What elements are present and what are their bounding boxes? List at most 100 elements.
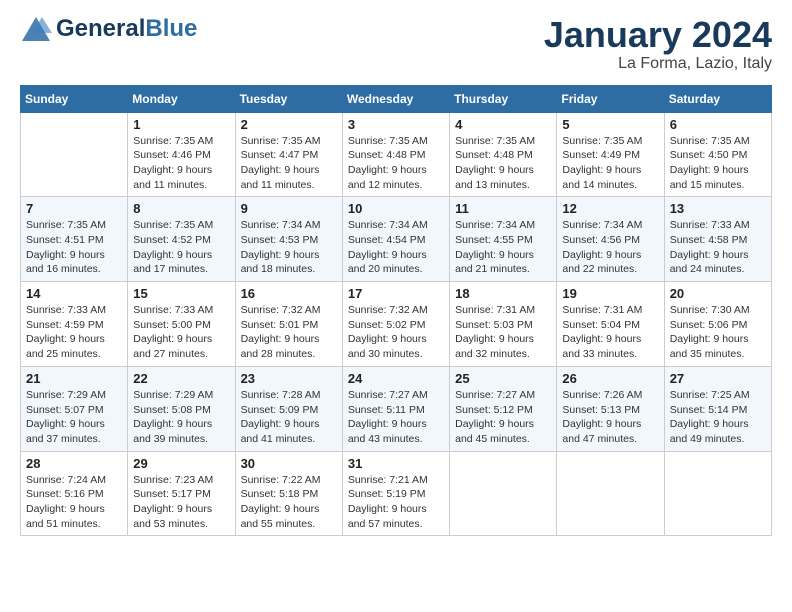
day-number: 21 — [26, 371, 122, 386]
day-info: Sunrise: 7:33 AMSunset: 4:59 PMDaylight:… — [26, 303, 122, 362]
day-number: 3 — [348, 117, 444, 132]
table-row: 20 Sunrise: 7:30 AMSunset: 5:06 PMDaylig… — [664, 282, 771, 367]
calendar-week-row: 21 Sunrise: 7:29 AMSunset: 5:07 PMDaylig… — [21, 366, 772, 451]
header-tuesday: Tuesday — [235, 85, 342, 112]
day-number: 22 — [133, 371, 229, 386]
day-info: Sunrise: 7:35 AMSunset: 4:48 PMDaylight:… — [455, 134, 551, 193]
day-info: Sunrise: 7:33 AMSunset: 4:58 PMDaylight:… — [670, 218, 766, 277]
day-info: Sunrise: 7:32 AMSunset: 5:01 PMDaylight:… — [241, 303, 337, 362]
table-row: 5 Sunrise: 7:35 AMSunset: 4:49 PMDayligh… — [557, 112, 664, 197]
table-row: 25 Sunrise: 7:27 AMSunset: 5:12 PMDaylig… — [450, 366, 557, 451]
day-info: Sunrise: 7:27 AMSunset: 5:11 PMDaylight:… — [348, 388, 444, 447]
table-row: 1 Sunrise: 7:35 AMSunset: 4:46 PMDayligh… — [128, 112, 235, 197]
table-row: 27 Sunrise: 7:25 AMSunset: 5:14 PMDaylig… — [664, 366, 771, 451]
day-number: 11 — [455, 201, 551, 216]
day-number: 29 — [133, 456, 229, 471]
table-row: 15 Sunrise: 7:33 AMSunset: 5:00 PMDaylig… — [128, 282, 235, 367]
day-info: Sunrise: 7:35 AMSunset: 4:47 PMDaylight:… — [241, 134, 337, 193]
table-row: 9 Sunrise: 7:34 AMSunset: 4:53 PMDayligh… — [235, 197, 342, 282]
day-info: Sunrise: 7:31 AMSunset: 5:03 PMDaylight:… — [455, 303, 551, 362]
day-number: 8 — [133, 201, 229, 216]
table-row: 16 Sunrise: 7:32 AMSunset: 5:01 PMDaylig… — [235, 282, 342, 367]
day-info: Sunrise: 7:32 AMSunset: 5:02 PMDaylight:… — [348, 303, 444, 362]
day-info: Sunrise: 7:21 AMSunset: 5:19 PMDaylight:… — [348, 473, 444, 532]
day-number: 15 — [133, 286, 229, 301]
day-number: 30 — [241, 456, 337, 471]
day-number: 4 — [455, 117, 551, 132]
table-row: 8 Sunrise: 7:35 AMSunset: 4:52 PMDayligh… — [128, 197, 235, 282]
header: GeneralBlue January 2024 La Forma, Lazio… — [20, 15, 772, 73]
day-number: 16 — [241, 286, 337, 301]
day-number: 19 — [562, 286, 658, 301]
header-monday: Monday — [128, 85, 235, 112]
day-number: 20 — [670, 286, 766, 301]
table-row: 31 Sunrise: 7:21 AMSunset: 5:19 PMDaylig… — [342, 451, 449, 536]
day-number: 24 — [348, 371, 444, 386]
table-row: 19 Sunrise: 7:31 AMSunset: 5:04 PMDaylig… — [557, 282, 664, 367]
table-row — [21, 112, 128, 197]
day-number: 7 — [26, 201, 122, 216]
title-block: January 2024 La Forma, Lazio, Italy — [544, 15, 772, 73]
table-row: 4 Sunrise: 7:35 AMSunset: 4:48 PMDayligh… — [450, 112, 557, 197]
table-row: 18 Sunrise: 7:31 AMSunset: 5:03 PMDaylig… — [450, 282, 557, 367]
day-number: 25 — [455, 371, 551, 386]
day-info: Sunrise: 7:26 AMSunset: 5:13 PMDaylight:… — [562, 388, 658, 447]
calendar-week-row: 28 Sunrise: 7:24 AMSunset: 5:16 PMDaylig… — [21, 451, 772, 536]
table-row: 14 Sunrise: 7:33 AMSunset: 4:59 PMDaylig… — [21, 282, 128, 367]
header-thursday: Thursday — [450, 85, 557, 112]
day-info: Sunrise: 7:24 AMSunset: 5:16 PMDaylight:… — [26, 473, 122, 532]
day-number: 13 — [670, 201, 766, 216]
logo-icon — [20, 15, 52, 43]
calendar-week-row: 14 Sunrise: 7:33 AMSunset: 4:59 PMDaylig… — [21, 282, 772, 367]
day-info: Sunrise: 7:34 AMSunset: 4:55 PMDaylight:… — [455, 218, 551, 277]
day-info: Sunrise: 7:34 AMSunset: 4:53 PMDaylight:… — [241, 218, 337, 277]
calendar-week-row: 7 Sunrise: 7:35 AMSunset: 4:51 PMDayligh… — [21, 197, 772, 282]
day-info: Sunrise: 7:22 AMSunset: 5:18 PMDaylight:… — [241, 473, 337, 532]
table-row: 24 Sunrise: 7:27 AMSunset: 5:11 PMDaylig… — [342, 366, 449, 451]
day-info: Sunrise: 7:33 AMSunset: 5:00 PMDaylight:… — [133, 303, 229, 362]
day-info: Sunrise: 7:23 AMSunset: 5:17 PMDaylight:… — [133, 473, 229, 532]
day-info: Sunrise: 7:28 AMSunset: 5:09 PMDaylight:… — [241, 388, 337, 447]
table-row: 7 Sunrise: 7:35 AMSunset: 4:51 PMDayligh… — [21, 197, 128, 282]
day-number: 12 — [562, 201, 658, 216]
table-row: 28 Sunrise: 7:24 AMSunset: 5:16 PMDaylig… — [21, 451, 128, 536]
day-info: Sunrise: 7:31 AMSunset: 5:04 PMDaylight:… — [562, 303, 658, 362]
table-row: 11 Sunrise: 7:34 AMSunset: 4:55 PMDaylig… — [450, 197, 557, 282]
table-row: 13 Sunrise: 7:33 AMSunset: 4:58 PMDaylig… — [664, 197, 771, 282]
day-number: 17 — [348, 286, 444, 301]
table-row — [450, 451, 557, 536]
table-row: 26 Sunrise: 7:26 AMSunset: 5:13 PMDaylig… — [557, 366, 664, 451]
day-number: 28 — [26, 456, 122, 471]
day-info: Sunrise: 7:29 AMSunset: 5:08 PMDaylight:… — [133, 388, 229, 447]
day-info: Sunrise: 7:35 AMSunset: 4:46 PMDaylight:… — [133, 134, 229, 193]
day-number: 2 — [241, 117, 337, 132]
table-row: 17 Sunrise: 7:32 AMSunset: 5:02 PMDaylig… — [342, 282, 449, 367]
day-info: Sunrise: 7:30 AMSunset: 5:06 PMDaylight:… — [670, 303, 766, 362]
day-number: 1 — [133, 117, 229, 132]
location-title: La Forma, Lazio, Italy — [544, 55, 772, 73]
day-info: Sunrise: 7:29 AMSunset: 5:07 PMDaylight:… — [26, 388, 122, 447]
day-number: 5 — [562, 117, 658, 132]
day-number: 26 — [562, 371, 658, 386]
day-info: Sunrise: 7:35 AMSunset: 4:48 PMDaylight:… — [348, 134, 444, 193]
table-row — [557, 451, 664, 536]
table-row: 21 Sunrise: 7:29 AMSunset: 5:07 PMDaylig… — [21, 366, 128, 451]
day-number: 14 — [26, 286, 122, 301]
table-row: 23 Sunrise: 7:28 AMSunset: 5:09 PMDaylig… — [235, 366, 342, 451]
day-info: Sunrise: 7:35 AMSunset: 4:50 PMDaylight:… — [670, 134, 766, 193]
day-info: Sunrise: 7:25 AMSunset: 5:14 PMDaylight:… — [670, 388, 766, 447]
day-number: 10 — [348, 201, 444, 216]
calendar-week-row: 1 Sunrise: 7:35 AMSunset: 4:46 PMDayligh… — [21, 112, 772, 197]
day-number: 31 — [348, 456, 444, 471]
day-number: 23 — [241, 371, 337, 386]
table-row: 30 Sunrise: 7:22 AMSunset: 5:18 PMDaylig… — [235, 451, 342, 536]
day-info: Sunrise: 7:35 AMSunset: 4:51 PMDaylight:… — [26, 218, 122, 277]
table-row — [664, 451, 771, 536]
table-row: 2 Sunrise: 7:35 AMSunset: 4:47 PMDayligh… — [235, 112, 342, 197]
table-row: 29 Sunrise: 7:23 AMSunset: 5:17 PMDaylig… — [128, 451, 235, 536]
header-sunday: Sunday — [21, 85, 128, 112]
day-number: 9 — [241, 201, 337, 216]
table-row: 22 Sunrise: 7:29 AMSunset: 5:08 PMDaylig… — [128, 366, 235, 451]
header-friday: Friday — [557, 85, 664, 112]
day-info: Sunrise: 7:34 AMSunset: 4:54 PMDaylight:… — [348, 218, 444, 277]
